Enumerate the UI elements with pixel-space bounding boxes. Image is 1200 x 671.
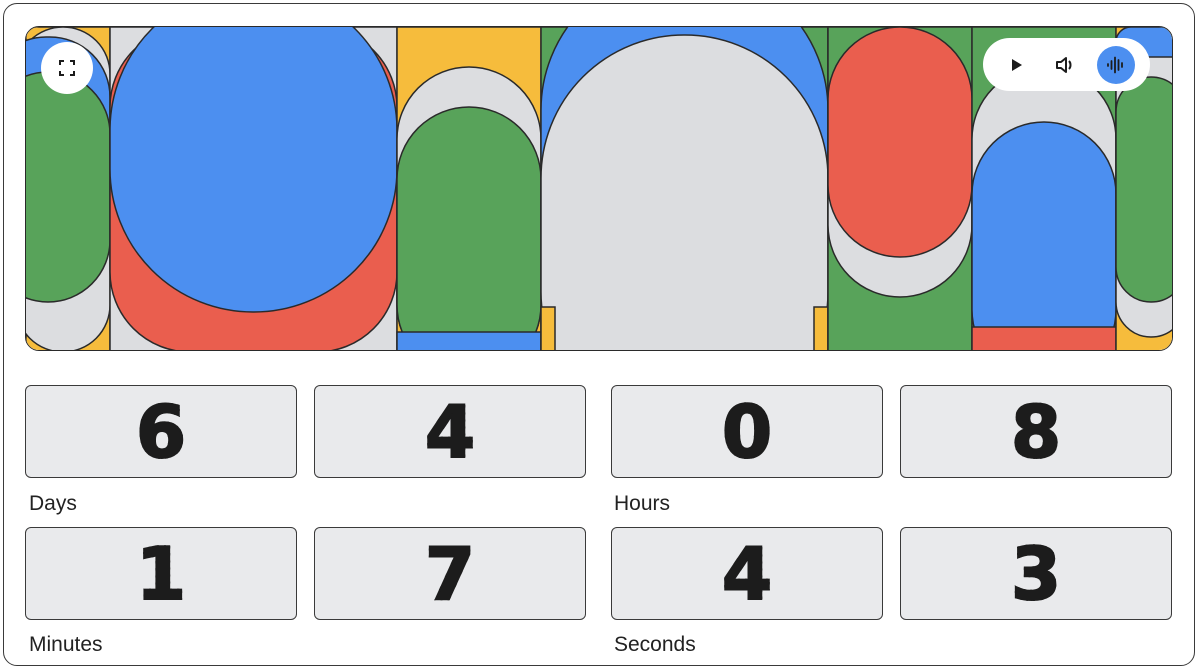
minutes-tens-digit: 1: [135, 531, 187, 616]
seconds-tens-digit: 4: [721, 531, 773, 616]
fullscreen-button[interactable]: [41, 42, 93, 94]
minutes-ones-tile: 7: [314, 527, 586, 620]
audio-description-button[interactable]: [1097, 46, 1135, 84]
seconds-tens-tile: 4: [611, 527, 883, 620]
hours-label: Hours: [614, 492, 671, 515]
hours-ones-tile: 8: [900, 385, 1172, 478]
seconds-ones-tile: 3: [900, 527, 1172, 620]
days-ones-digit: 4: [424, 389, 476, 474]
hours-ones-digit: 8: [1010, 389, 1062, 474]
seconds-label: Seconds: [614, 633, 696, 656]
fullscreen-icon: [59, 60, 75, 76]
days-tens-digit: 6: [135, 389, 187, 474]
minutes-ones-digit: 7: [424, 531, 476, 616]
seconds-ones-digit: 3: [1010, 531, 1062, 616]
play-button[interactable]: [997, 46, 1035, 84]
audio-wave-icon: [1107, 56, 1123, 74]
days-tens-tile: 6: [25, 385, 297, 478]
play-icon: [1012, 59, 1022, 71]
minutes-label: Minutes: [29, 633, 103, 656]
days-ones-tile: 4: [314, 385, 586, 478]
hours-tens-digit: 0: [721, 389, 773, 474]
minutes-tens-tile: 1: [25, 527, 297, 620]
media-controls: [983, 38, 1150, 91]
hours-tens-tile: 0: [611, 385, 883, 478]
volume-icon: [1056, 57, 1072, 73]
volume-button[interactable]: [1046, 46, 1084, 84]
days-label: Days: [29, 492, 77, 515]
